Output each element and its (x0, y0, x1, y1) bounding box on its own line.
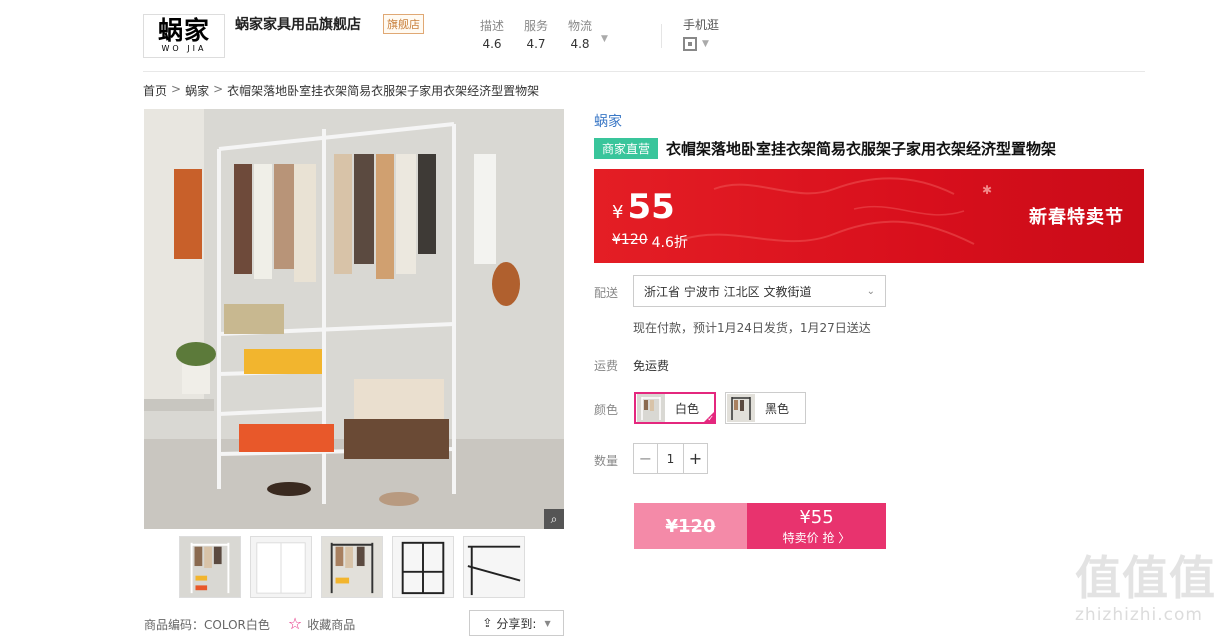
share-icon: ⇪ (482, 616, 493, 630)
discount-rate: 4.6折 (651, 235, 688, 251)
check-icon: ✓ (707, 414, 714, 423)
score-label: 物流 (567, 19, 592, 33)
share-label: 分享到: (496, 616, 537, 631)
favorite-button[interactable]: ☆ 收藏商品 (288, 616, 355, 633)
score-value: 4.6 (482, 37, 502, 51)
score-logistics: 物流 4.8 (558, 17, 602, 51)
color-option-label: 黑色 (765, 401, 790, 416)
buy-now-label: 特卖价 抢 〉 (782, 530, 851, 545)
delivery-address-select[interactable]: 浙江省 宁波市 江北区 文教街道 ⌄ (633, 275, 886, 307)
store-header: 蜗家 WO JIA 蜗家家具用品旗舰店 旗舰店 描述 4.6 服务 4.7 物流… (143, 10, 1145, 72)
current-price: ¥ 55 (612, 187, 675, 227)
score-value: 4.7 (526, 37, 546, 51)
thumbnail[interactable] (463, 536, 525, 598)
chevron-down-icon: ▼ (544, 618, 551, 628)
product-title: 衣帽架落地卧室挂衣架简易衣服架子家用衣架经济型置物架 (666, 140, 1057, 158)
product-code: 商品编码：COLOR白色 (144, 617, 270, 632)
zoom-icon[interactable]: ⌕ (544, 509, 564, 529)
share-button[interactable]: ⇪ 分享到: ▼ (469, 610, 564, 636)
quantity-input[interactable]: 1 (658, 444, 683, 473)
main-product-image[interactable]: ⌕ (144, 109, 564, 529)
buy-original-price[interactable]: ¥120 (634, 503, 747, 549)
delivery-label: 配送 (594, 286, 619, 300)
thumbnail[interactable] (392, 536, 454, 598)
price-banner: ✱ ¥ 55 ¥120 4.6折 新春特卖节 (594, 169, 1144, 263)
breadcrumb-brand[interactable]: 蜗家 (185, 82, 209, 99)
score-description: 描述 4.6 (470, 17, 514, 51)
original-price: ¥120 (612, 232, 648, 248)
color-swatch (637, 394, 665, 422)
thumbnail[interactable] (321, 536, 383, 598)
favorite-label: 收藏商品 (307, 617, 356, 632)
watermark-logo: 值值值 (1075, 551, 1216, 605)
score-label: 描述 (479, 19, 504, 33)
festival-label: 新春特卖节 (1029, 207, 1124, 228)
svg-text:✱: ✱ (982, 183, 992, 197)
quantity-decrease-button[interactable]: − (634, 444, 658, 473)
watermark-url: zhizhizhi.com (1075, 605, 1203, 625)
shipping-label: 运费 (594, 359, 619, 373)
qr-code-icon[interactable] (683, 37, 697, 51)
mobile-label: 手机逛 (683, 18, 720, 32)
color-label: 颜色 (594, 403, 619, 417)
breadcrumb-home[interactable]: 首页 (143, 82, 167, 99)
direct-sale-tag: 商家直营 (594, 138, 659, 159)
chevron-down-icon[interactable]: ▼ (601, 34, 608, 44)
quantity-label: 数量 (594, 454, 619, 468)
site-watermark: 值值值 zhizhizhi.com (1075, 555, 1225, 635)
thumbnail[interactable] (250, 536, 312, 598)
color-option-black[interactable]: 黑色 (725, 392, 806, 424)
price-value: 55 (627, 187, 675, 227)
color-option-white[interactable]: 白色 ✓ (634, 392, 716, 424)
shop-scores: 描述 4.6 服务 4.7 物流 4.8 (470, 17, 602, 51)
score-label: 服务 (523, 19, 548, 33)
quantity-increase-button[interactable]: + (683, 444, 707, 473)
breadcrumb: 首页 > 蜗家 > 衣帽架落地卧室挂衣架简易衣服架子家用衣架经济型置物架 (143, 82, 539, 99)
chevron-down-icon[interactable]: ▼ (702, 39, 709, 49)
header-divider (661, 24, 662, 48)
breadcrumb-sep: > (213, 82, 224, 96)
store-logo[interactable]: 蜗家 WO JIA (143, 14, 225, 58)
logo-subtext: WO JIA (161, 44, 207, 53)
thumbnail-strip (179, 536, 525, 598)
color-swatch (727, 394, 755, 422)
shipping-value: 免运费 (633, 359, 670, 373)
color-option-label: 白色 (675, 401, 700, 416)
title-row: 商家直营 衣帽架落地卧室挂衣架简易衣服架子家用衣架经济型置物架 (594, 138, 1056, 159)
price-symbol: ¥ (612, 202, 624, 223)
quantity-stepper: − 1 + (633, 443, 708, 474)
score-value: 4.8 (570, 37, 590, 51)
logo-text: 蜗家 (157, 16, 210, 45)
original-price-row: ¥120 4.6折 (612, 232, 688, 252)
buy-now-button[interactable]: ¥55 特卖价 抢 〉 (747, 503, 886, 549)
chevron-down-icon: ⌄ (866, 285, 875, 297)
star-icon: ☆ (287, 614, 303, 633)
delivery-estimate: 现在付款，预计1月24日发货，1月27日送达 (633, 321, 871, 335)
thumbnail[interactable] (179, 536, 241, 598)
shop-name[interactable]: 蜗家家具用品旗舰店 (235, 14, 361, 34)
flagship-badge: 旗舰店 (383, 14, 424, 34)
breadcrumb-product: 衣帽架落地卧室挂衣架简易衣服架子家用衣架经济型置物架 (227, 84, 540, 98)
brand-link[interactable]: 蜗家 (594, 111, 622, 131)
clothes-rack-photo (144, 109, 564, 529)
buy-now-price: ¥55 (799, 506, 834, 528)
score-service: 服务 4.7 (514, 17, 558, 51)
delivery-address: 浙江省 宁波市 江北区 文教街道 (644, 284, 812, 299)
breadcrumb-sep: > (171, 82, 182, 96)
buy-bar: ¥120 ¥55 特卖价 抢 〉 (634, 503, 886, 549)
mobile-shop[interactable]: 手机逛 ▼ (683, 16, 719, 51)
gallery-footer: 商品编码：COLOR白色 ☆ 收藏商品 ⇪ 分享到: ▼ (144, 610, 564, 636)
